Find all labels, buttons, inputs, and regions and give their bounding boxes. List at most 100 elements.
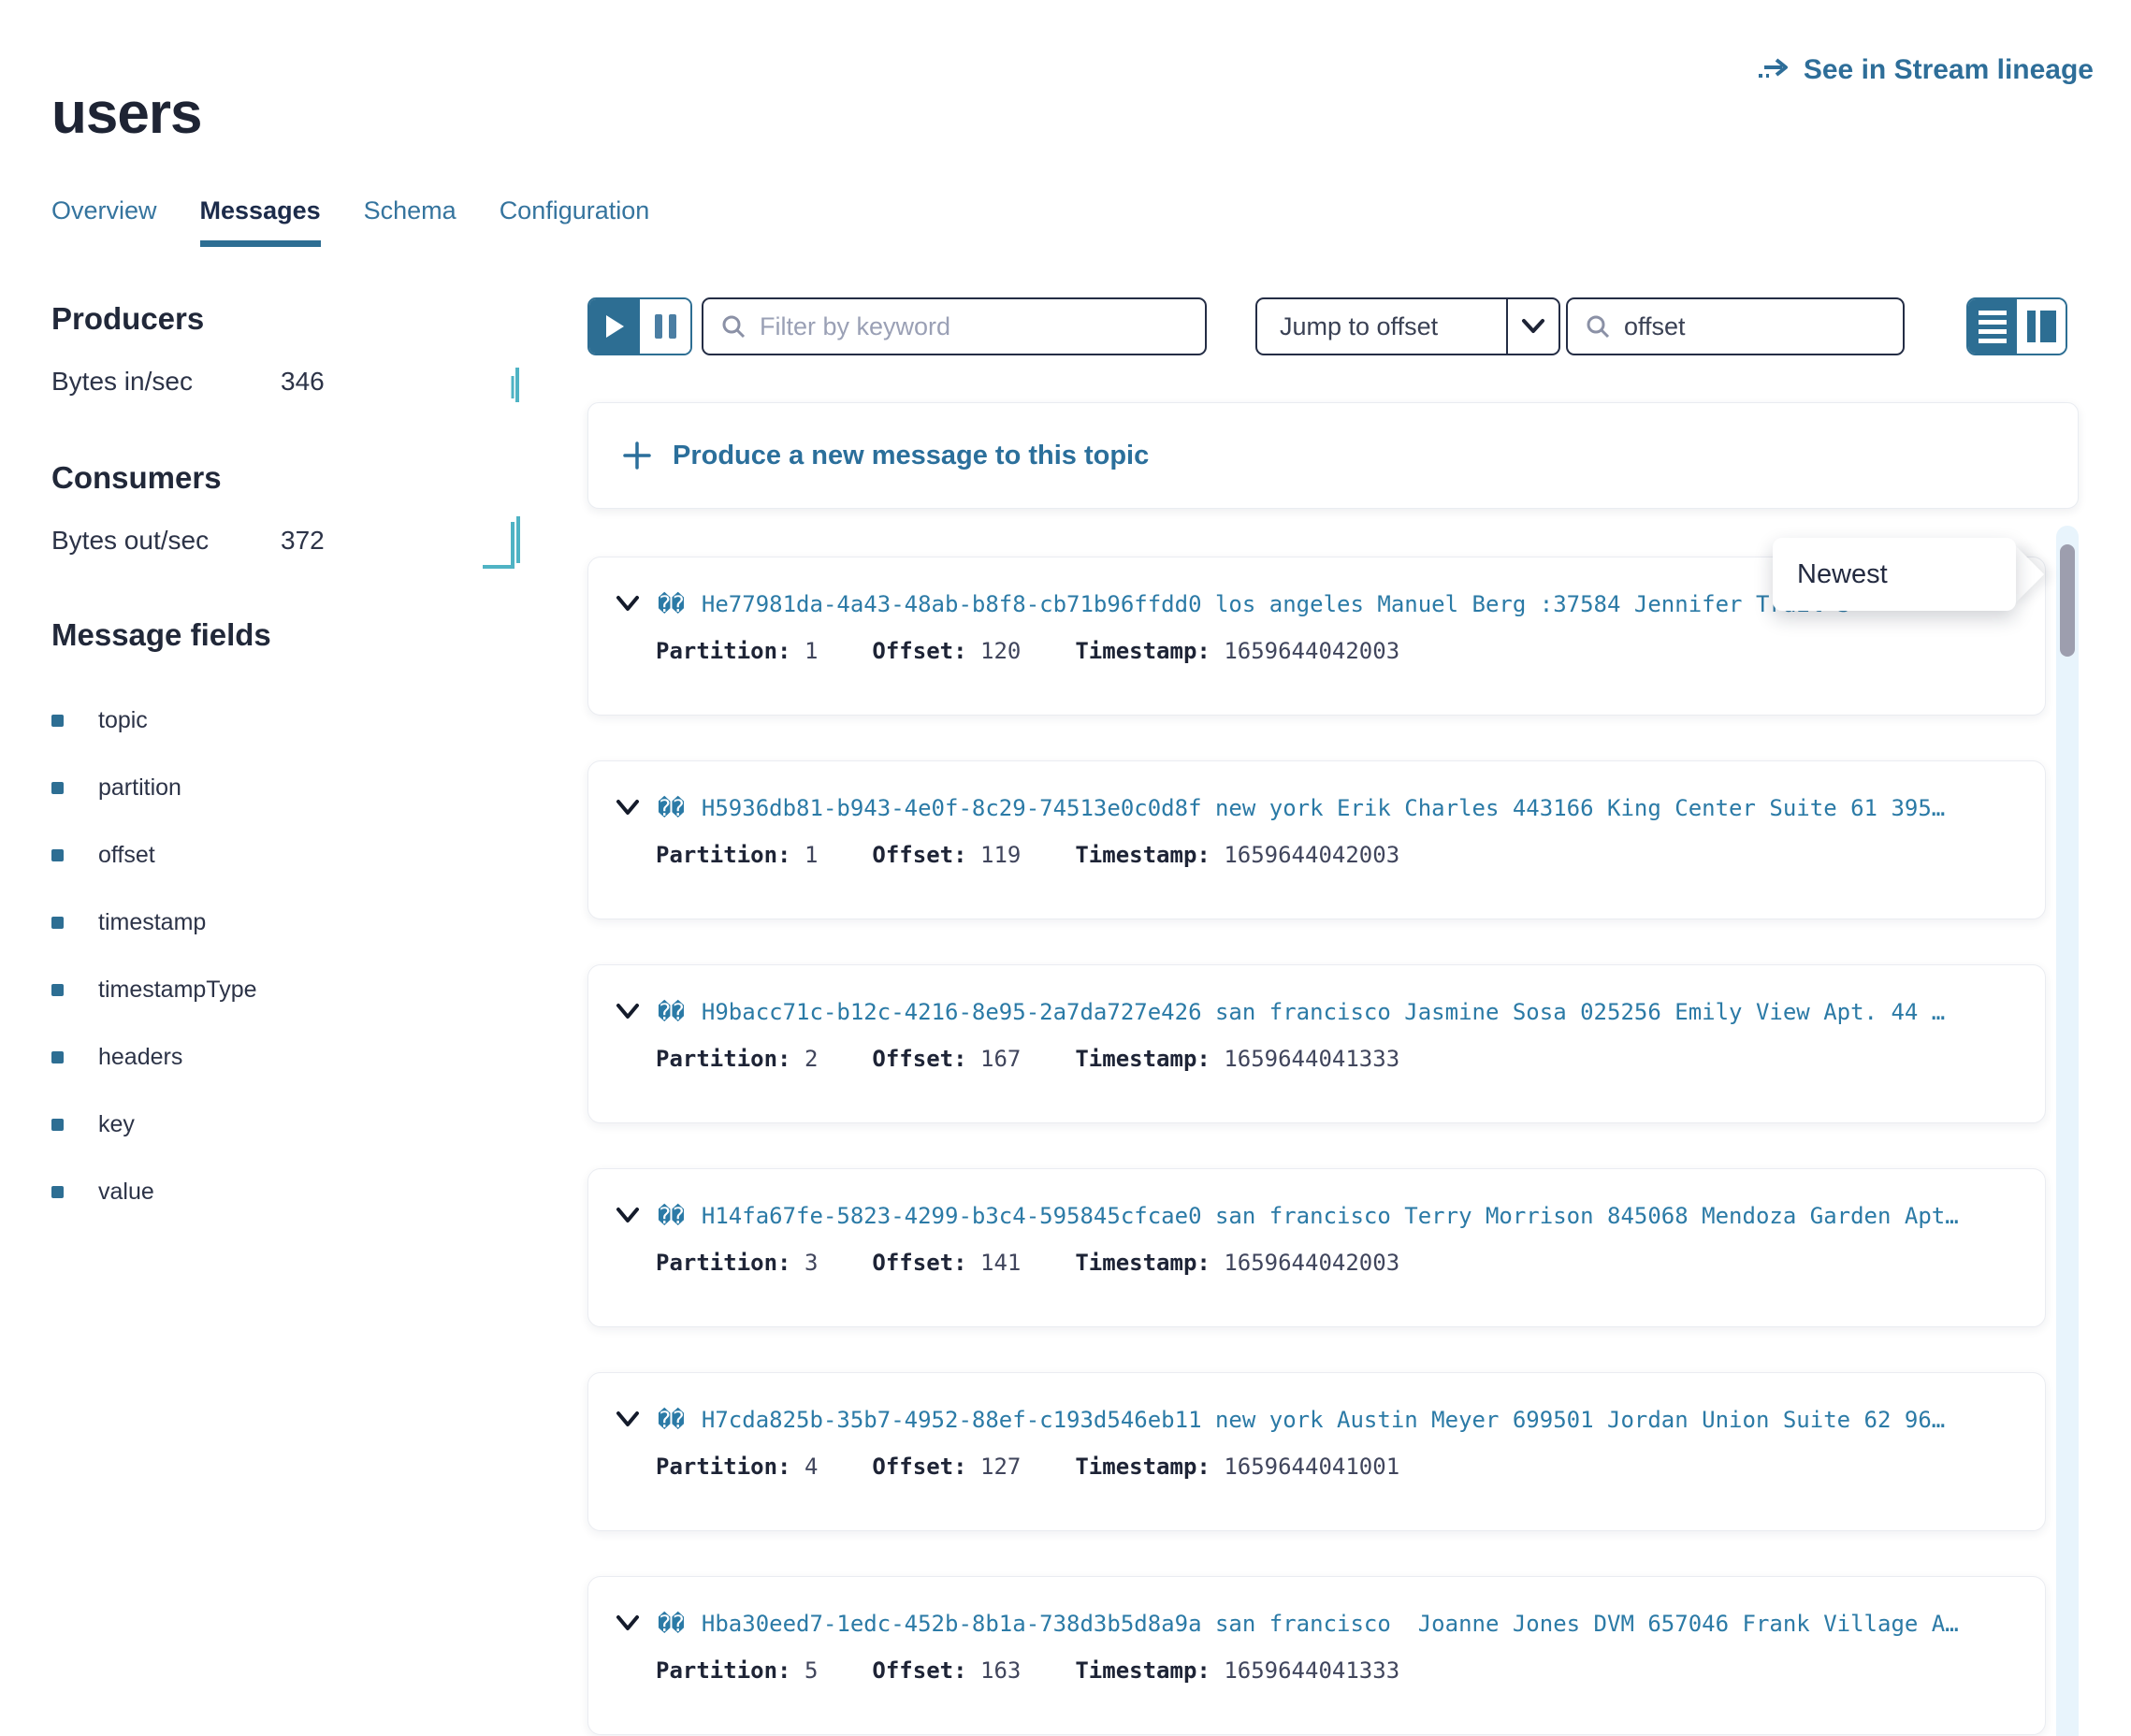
message-meta: Partition: 1 Offset: 120 Timestamp: 1659… <box>656 638 1399 664</box>
chevron-down-icon[interactable] <box>615 1206 641 1226</box>
list-item: value <box>51 1158 257 1225</box>
bullet-icon <box>51 782 64 794</box>
message-key: H9bacc71c-b12c-4216-8e95-2a7da727e426 sa… <box>702 999 1945 1025</box>
message-row[interactable]: �� H14fa67fe-5823-4299-b3c4-595845cfcae0… <box>587 1168 2046 1327</box>
partition-value: 2 <box>805 1046 818 1072</box>
binary-glyphs: �� <box>658 1407 685 1433</box>
message-fields-list: topic partition offset timestamp timesta… <box>51 687 257 1225</box>
timestamp-value: 1659644042003 <box>1224 842 1399 868</box>
tab-overview[interactable]: Overview <box>51 196 157 247</box>
tab-messages[interactable]: Messages <box>200 196 321 247</box>
search-icon <box>720 313 747 340</box>
message-fields-heading: Message fields <box>51 617 271 653</box>
message-key: Hba30eed7-1edc-452b-8b1a-738d3b5d8a9a sa… <box>702 1611 1959 1637</box>
play-button[interactable] <box>589 299 640 354</box>
offset-value: 163 <box>980 1657 1021 1684</box>
split-view-icon <box>2027 311 2036 342</box>
offset-search-field <box>1566 297 1905 355</box>
page-title: users <box>51 80 201 147</box>
offset-value: 167 <box>980 1046 1021 1072</box>
keyword-filter-input[interactable] <box>760 312 1188 341</box>
list-view-button[interactable] <box>1968 299 2017 354</box>
message-key: H5936db81-b943-4e0f-8c29-74513e0c0d8f ne… <box>702 795 1945 821</box>
timestamp-value: 1659644041333 <box>1224 1046 1399 1072</box>
offset-value: 119 <box>980 842 1021 868</box>
produce-message-label: Produce a new message to this topic <box>673 441 1149 471</box>
partition-value: 3 <box>805 1250 818 1276</box>
bytes-out-sparkline <box>481 513 528 571</box>
binary-glyphs: �� <box>658 795 685 821</box>
message-row[interactable]: �� H9bacc71c-b12c-4216-8e95-2a7da727e426… <box>587 964 2046 1123</box>
split-view-icon <box>2040 311 2056 342</box>
scrollbar-thumb[interactable] <box>2060 544 2075 657</box>
list-item: partition <box>51 754 257 821</box>
chevron-down-icon[interactable] <box>615 1002 641 1022</box>
produce-message-button[interactable]: Produce a new message to this topic <box>587 402 2079 509</box>
list-view-icon <box>1979 320 2007 325</box>
pause-button[interactable] <box>640 299 690 354</box>
stream-lineage-label: See in Stream lineage <box>1804 54 2094 86</box>
message-key: H14fa67fe-5823-4299-b3c4-595845cfcae0 sa… <box>702 1203 1959 1229</box>
bullet-icon <box>51 917 64 929</box>
chevron-down-icon <box>1506 299 1558 354</box>
bullet-icon <box>51 1119 64 1131</box>
message-meta: Partition: 3 Offset: 141 Timestamp: 1659… <box>656 1250 1399 1276</box>
list-item: offset <box>51 821 257 889</box>
list-item: timestampType <box>51 956 257 1023</box>
newest-tooltip: Newest <box>1773 538 2016 611</box>
split-view-button[interactable] <box>2017 299 2066 354</box>
list-item: topic <box>51 687 257 754</box>
tab-configuration[interactable]: Configuration <box>500 196 650 247</box>
timestamp-value: 1659644041333 <box>1224 1657 1399 1684</box>
timestamp-value: 1659644042003 <box>1224 638 1399 664</box>
offset-value: 141 <box>980 1250 1021 1276</box>
message-meta: Partition: 5 Offset: 163 Timestamp: 1659… <box>656 1657 1399 1684</box>
offset-value: 127 <box>980 1454 1021 1480</box>
message-key: H7cda825b-35b7-4952-88ef-c193d546eb11 ne… <box>702 1407 1945 1433</box>
dashed-arrow-icon <box>1757 57 1790 83</box>
bullet-icon <box>51 715 64 727</box>
jump-to-select-value: Jump to offset <box>1257 299 1506 354</box>
offset-value: 120 <box>980 638 1021 664</box>
newest-tooltip-label: Newest <box>1797 559 1888 590</box>
consumers-stat-row: Bytes out/sec 372 <box>51 526 325 556</box>
stream-lineage-link[interactable]: See in Stream lineage <box>1757 54 2094 86</box>
chevron-down-icon[interactable] <box>615 1613 641 1634</box>
bytes-out-value: 372 <box>281 526 325 556</box>
pause-icon <box>655 314 662 339</box>
partition-value: 4 <box>805 1454 818 1480</box>
offset-search-input[interactable] <box>1624 312 1886 341</box>
scrollbar-track[interactable] <box>2056 526 2079 1736</box>
partition-value: 1 <box>805 842 818 868</box>
bullet-icon <box>51 1051 64 1063</box>
jump-to-select[interactable]: Jump to offset <box>1255 297 1560 355</box>
message-row[interactable]: �� Hba30eed7-1edc-452b-8b1a-738d3b5d8a9a… <box>587 1576 2046 1735</box>
bytes-out-label: Bytes out/sec <box>51 526 281 556</box>
list-item: headers <box>51 1023 257 1091</box>
bytes-in-label: Bytes in/sec <box>51 367 281 397</box>
chevron-down-icon[interactable] <box>615 1410 641 1430</box>
producers-stat-row: Bytes in/sec 346 <box>51 367 325 397</box>
chevron-down-icon[interactable] <box>615 594 641 615</box>
message-meta: Partition: 1 Offset: 119 Timestamp: 1659… <box>656 842 1399 868</box>
binary-glyphs: �� <box>658 1203 685 1229</box>
chevron-down-icon[interactable] <box>615 798 641 818</box>
binary-glyphs: �� <box>658 1611 685 1637</box>
bytes-in-sparkline <box>505 363 529 406</box>
message-meta: Partition: 4 Offset: 127 Timestamp: 1659… <box>656 1454 1399 1480</box>
list-view-icon <box>1979 311 2007 315</box>
plus-icon <box>622 441 652 470</box>
message-row[interactable]: �� H7cda825b-35b7-4952-88ef-c193d546eb11… <box>587 1372 2046 1531</box>
producers-heading: Producers <box>51 301 204 337</box>
tabs-baseline-bar <box>51 247 2094 253</box>
play-icon <box>604 314 625 339</box>
keyword-filter-field <box>702 297 1207 355</box>
tab-bar: Overview Messages Schema Configuration <box>51 196 649 247</box>
tab-schema[interactable]: Schema <box>364 196 457 247</box>
bullet-icon <box>51 1186 64 1198</box>
message-meta: Partition: 2 Offset: 167 Timestamp: 1659… <box>656 1046 1399 1072</box>
bullet-icon <box>51 849 64 861</box>
partition-value: 5 <box>805 1657 818 1684</box>
message-row[interactable]: �� H5936db81-b943-4e0f-8c29-74513e0c0d8f… <box>587 760 2046 919</box>
list-item: timestamp <box>51 889 257 956</box>
